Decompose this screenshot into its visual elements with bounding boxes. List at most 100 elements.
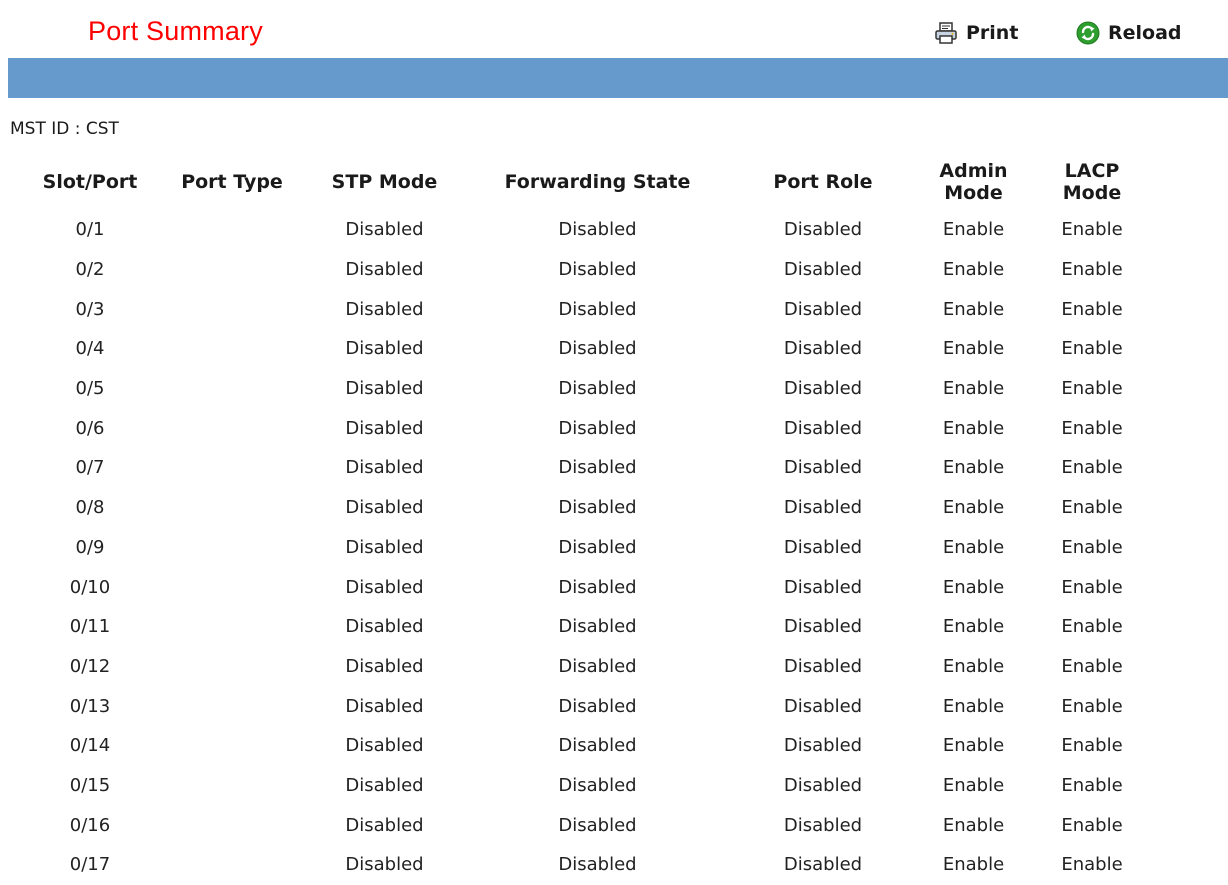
table-row: 0/3 Disabled Disabled Disabled Enable Enable: [20, 289, 1153, 329]
cell-stp-mode: Disabled: [345, 259, 424, 281]
cell-lacp-mode: Enable: [1061, 259, 1123, 281]
cell-forwarding-state: Disabled: [558, 259, 637, 281]
cell-stp-mode: Disabled: [345, 616, 424, 638]
cell-admin-mode: Enable: [942, 695, 1005, 717]
cell-stp-mode: Disabled: [345, 695, 424, 717]
cell-port-role: Disabled: [783, 854, 863, 876]
cell-slot-port: 0/16: [69, 814, 111, 836]
cell-forwarding-state: Disabled: [558, 417, 637, 439]
cell-slot-port: 0/8: [75, 497, 105, 519]
cell-forwarding-state: Disabled: [558, 457, 637, 479]
cell-lacp-mode: Enable: [1061, 219, 1123, 241]
page-title: Port Summary: [88, 16, 263, 46]
cell-slot-port: 0/11: [69, 616, 111, 638]
table-row: 0/12 Disabled Disabled Disabled Enable Enable: [20, 647, 1153, 687]
cell-slot-port: 0/15: [69, 774, 111, 796]
cell-forwarding-state: Disabled: [558, 497, 637, 519]
cell-lacp-mode: Enable: [1061, 655, 1123, 677]
table-row: 0/8 Disabled Disabled Disabled Enable Enable: [20, 488, 1153, 528]
cell-stp-mode: Disabled: [345, 417, 424, 439]
cell-port-type: [160, 686, 304, 726]
cell-port-role: Disabled: [783, 576, 863, 598]
cell-slot-port: 0/17: [69, 854, 111, 876]
cell-admin-mode: Enable: [942, 735, 1005, 757]
cell-lacp-mode: Enable: [1061, 695, 1123, 717]
port-summary-table: Slot/Port Port Type STP Mode Forwarding …: [20, 154, 1153, 885]
cell-forwarding-state: Disabled: [558, 219, 637, 241]
cell-admin-mode: Enable: [942, 616, 1005, 638]
cell-port-type: [160, 766, 304, 806]
cell-slot-port: 0/9: [75, 536, 105, 558]
cell-port-type: [160, 726, 304, 766]
cell-forwarding-state: Disabled: [558, 695, 637, 717]
table-row: 0/5 Disabled Disabled Disabled Enable Enable: [20, 369, 1153, 409]
cell-lacp-mode: Enable: [1061, 417, 1123, 439]
cell-port-role: Disabled: [783, 536, 863, 558]
table-row: 0/13 Disabled Disabled Disabled Enable Enable: [20, 686, 1153, 726]
print-button[interactable]: Print: [934, 20, 1018, 46]
cell-port-type: [160, 250, 304, 290]
cell-admin-mode: Enable: [942, 497, 1005, 519]
cell-port-role: Disabled: [783, 298, 863, 320]
cell-stp-mode: Disabled: [345, 814, 424, 836]
cell-admin-mode: Enable: [942, 378, 1005, 400]
column-header-port-role: Port Role: [773, 171, 873, 193]
cell-slot-port: 0/4: [75, 338, 105, 360]
cell-port-role: Disabled: [783, 417, 863, 439]
cell-lacp-mode: Enable: [1061, 814, 1123, 836]
cell-port-type: [160, 408, 304, 448]
cell-admin-mode: Enable: [942, 259, 1005, 281]
cell-slot-port: 0/14: [69, 735, 111, 757]
cell-port-type: [160, 647, 304, 687]
cell-stp-mode: Disabled: [345, 854, 424, 876]
reload-button[interactable]: Reload: [1076, 20, 1182, 46]
table-body: 0/1 Disabled Disabled Disabled Enable Enable 0…: [20, 210, 1153, 885]
cell-port-type: [160, 805, 304, 845]
cell-port-type: [160, 210, 304, 250]
table-row: 0/11 Disabled Disabled Disabled Enable Enable: [20, 607, 1153, 647]
cell-lacp-mode: Enable: [1061, 378, 1123, 400]
cell-slot-port: 0/12: [69, 655, 111, 677]
mst-id-label: MST ID : CST: [10, 119, 119, 139]
cell-lacp-mode: Enable: [1061, 735, 1123, 757]
table-row: 0/2 Disabled Disabled Disabled Enable Enable: [20, 250, 1153, 290]
column-header-stp-mode: STP Mode: [331, 171, 438, 193]
cell-port-role: Disabled: [783, 655, 863, 677]
header-bar: [8, 58, 1228, 98]
table-header-row: Slot/Port Port Type STP Mode Forwarding …: [20, 154, 1153, 210]
cell-lacp-mode: Enable: [1061, 774, 1123, 796]
cell-lacp-mode: Enable: [1061, 576, 1123, 598]
cell-port-type: [160, 567, 304, 607]
cell-lacp-mode: Enable: [1061, 536, 1123, 558]
cell-port-type: [160, 845, 304, 885]
column-header-admin-mode: Admin Mode: [939, 160, 1008, 204]
print-label: Print: [966, 22, 1019, 44]
column-header-port-type: Port Type: [181, 171, 283, 193]
cell-admin-mode: Enable: [942, 338, 1005, 360]
cell-admin-mode: Enable: [942, 814, 1005, 836]
table-row: 0/9 Disabled Disabled Disabled Enable Enable: [20, 528, 1153, 568]
cell-stp-mode: Disabled: [345, 536, 424, 558]
cell-forwarding-state: Disabled: [558, 735, 637, 757]
cell-stp-mode: Disabled: [345, 735, 424, 757]
cell-admin-mode: Enable: [942, 854, 1005, 876]
cell-admin-mode: Enable: [942, 774, 1005, 796]
table-row: 0/14 Disabled Disabled Disabled Enable Enable: [20, 726, 1153, 766]
cell-admin-mode: Enable: [942, 655, 1005, 677]
cell-port-role: Disabled: [783, 497, 863, 519]
cell-stp-mode: Disabled: [345, 219, 424, 241]
cell-port-type: [160, 289, 304, 329]
cell-slot-port: 0/13: [69, 695, 111, 717]
cell-lacp-mode: Enable: [1061, 298, 1123, 320]
column-header-forwarding-state: Forwarding State: [504, 171, 691, 193]
cell-admin-mode: Enable: [942, 298, 1005, 320]
cell-slot-port: 0/5: [75, 378, 105, 400]
cell-admin-mode: Enable: [942, 536, 1005, 558]
cell-port-role: Disabled: [783, 378, 863, 400]
cell-stp-mode: Disabled: [345, 298, 424, 320]
page-header: Port Summary Print Reload: [0, 0, 1228, 58]
cell-forwarding-state: Disabled: [558, 774, 637, 796]
cell-port-type: [160, 448, 304, 488]
cell-port-role: Disabled: [783, 695, 863, 717]
cell-port-type: [160, 528, 304, 568]
